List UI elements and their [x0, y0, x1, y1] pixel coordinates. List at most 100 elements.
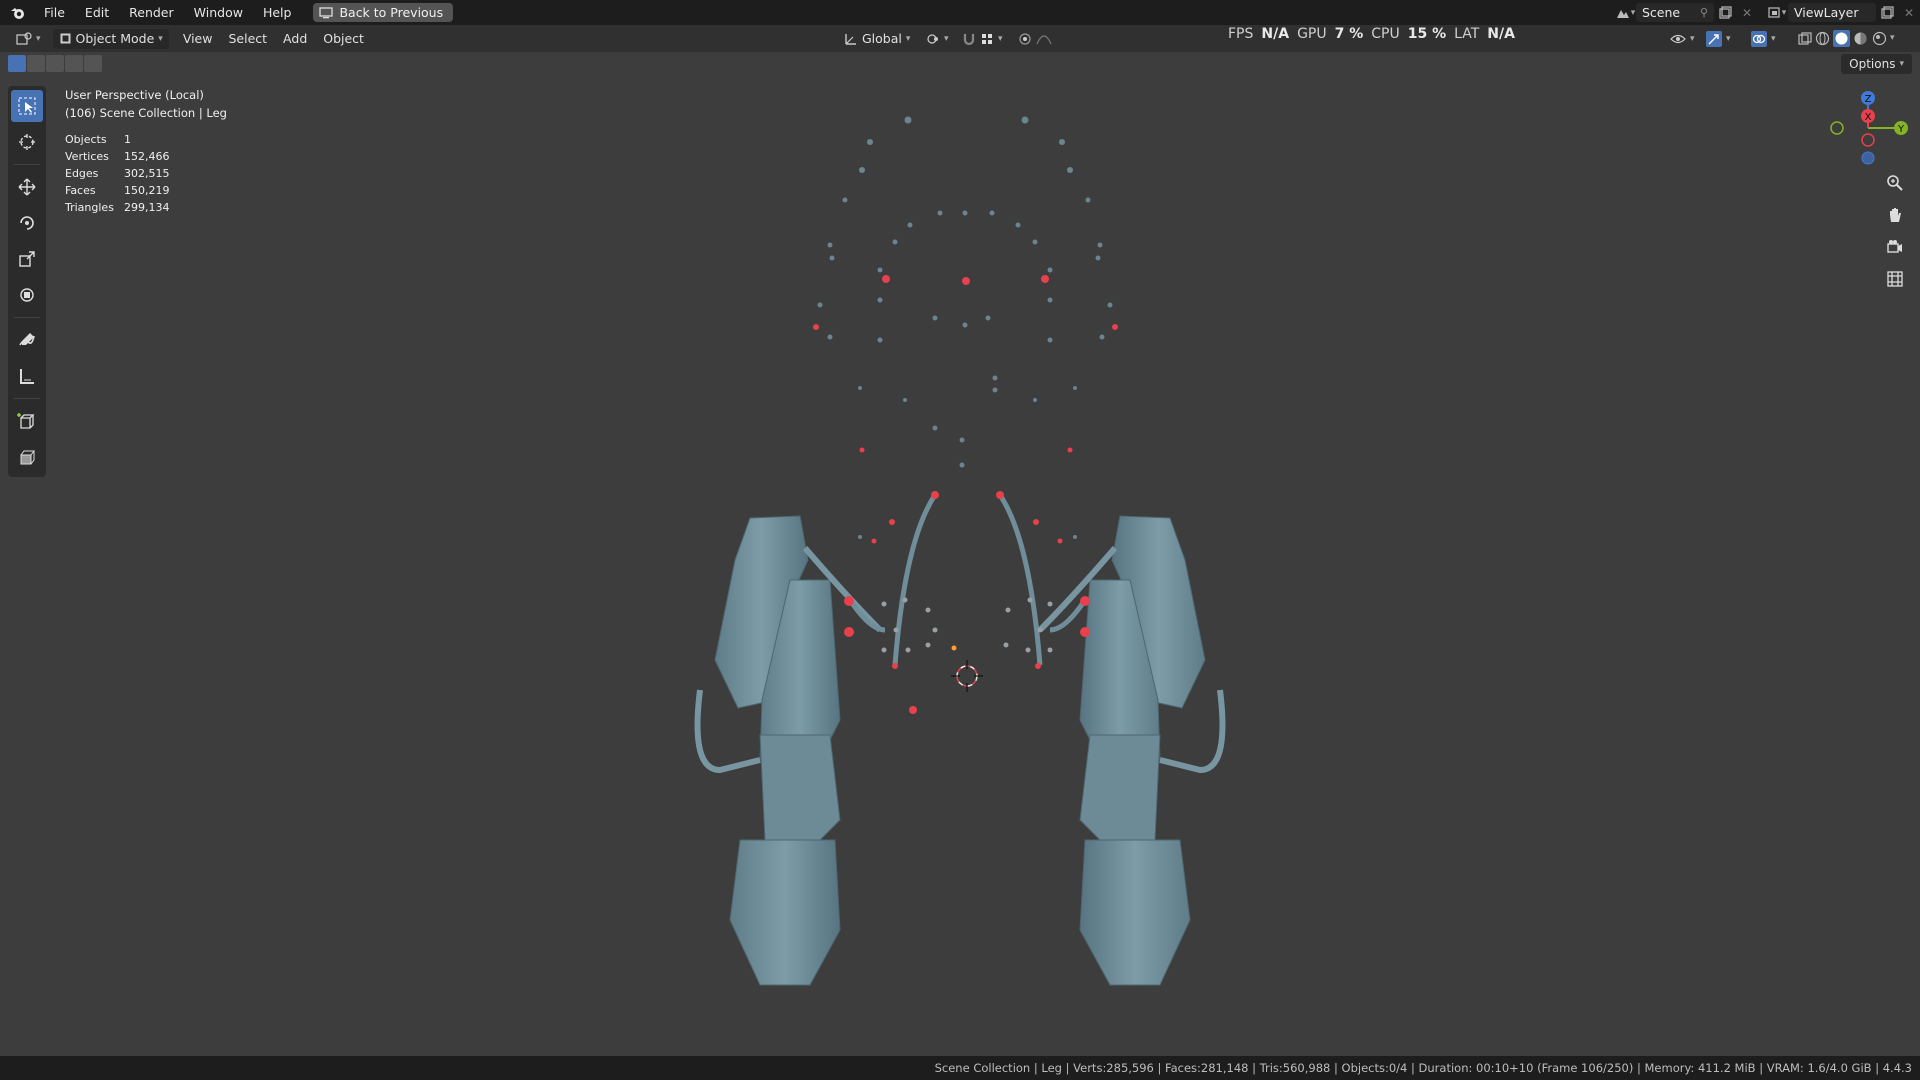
neg-y-axis-icon[interactable]	[1830, 121, 1844, 135]
delete-scene-icon[interactable]: ✕	[1736, 3, 1758, 22]
pin-icon[interactable]: ⚲	[1700, 6, 1708, 19]
hand-icon[interactable]	[1882, 202, 1908, 228]
pivot-point-dropdown[interactable]: ▾	[920, 29, 955, 49]
tool-shelf	[8, 86, 46, 477]
navigation-tools	[1882, 170, 1908, 292]
menu-add[interactable]: Add	[277, 29, 313, 49]
origin-point	[951, 645, 957, 651]
gpu-value: 7 %	[1334, 26, 1364, 42]
selection-mode-group	[8, 55, 102, 72]
new-scene-icon[interactable]	[1714, 3, 1736, 22]
select-invert-mode-icon[interactable]	[65, 55, 83, 72]
selected-red-points[interactable]	[813, 275, 1118, 714]
camera-icon[interactable]	[1882, 234, 1908, 260]
rotate-icon[interactable]	[11, 207, 43, 239]
performance-overlay: FPS N/A GPU 7 % CPU 15 % LAT N/A	[1228, 24, 1515, 44]
scene-render	[694, 116, 1226, 986]
menu-file[interactable]: File	[34, 0, 75, 25]
menu-edit[interactable]: Edit	[75, 0, 119, 25]
snap-toggle[interactable]: ▾	[956, 29, 1009, 49]
proportional-edit-toggle[interactable]	[1012, 29, 1058, 49]
fps-label: FPS	[1228, 26, 1254, 42]
eye-icon	[1670, 34, 1686, 43]
menu-view[interactable]: View	[177, 29, 219, 49]
add-cube-icon[interactable]	[11, 405, 43, 437]
orientation-icon	[845, 33, 856, 45]
top-bar: File Edit Render Window Help Back to Pre…	[0, 0, 1920, 25]
gizmo-icon	[1706, 30, 1722, 47]
gpu-label: GPU	[1297, 26, 1327, 42]
view-layer-type-icon[interactable]: ▾	[1766, 3, 1788, 22]
transform-icon[interactable]	[11, 279, 43, 311]
blender-logo-icon[interactable]	[8, 3, 28, 23]
stat-row: Edges 302,515	[65, 167, 170, 180]
extrude-icon[interactable]	[11, 441, 43, 473]
select-subtract-mode-icon[interactable]	[46, 55, 64, 72]
scene-type-icon[interactable]: ▾	[1614, 3, 1636, 22]
transform-orientation-dropdown[interactable]: Global ▾	[838, 29, 916, 49]
visibility-dropdown[interactable]: ▾	[1664, 29, 1701, 49]
scene-name-field[interactable]: Scene ⚲	[1636, 3, 1714, 22]
scene-name: Scene	[1642, 5, 1681, 20]
cables-mesh[interactable]	[847, 493, 1088, 666]
navigation-gizmo[interactable]: Z Y X	[1825, 86, 1915, 176]
material-shading-icon[interactable]	[1852, 30, 1869, 47]
fps-value: N/A	[1261, 26, 1290, 42]
scale-icon[interactable]	[11, 243, 43, 275]
object-mode-label: Object Mode	[75, 31, 155, 46]
menu-object[interactable]: Object	[317, 29, 370, 49]
object-mode-dropdown[interactable]: Object Mode ▾	[52, 28, 169, 49]
select-extend-mode-icon[interactable]	[27, 55, 45, 72]
shading-dropdown-icon[interactable]: ▾	[1890, 30, 1895, 47]
new-view-layer-icon[interactable]	[1876, 3, 1898, 22]
back-to-previous-button[interactable]: Back to Previous	[313, 3, 454, 22]
falloff-icon	[1036, 34, 1052, 44]
cursor-icon[interactable]	[11, 126, 43, 158]
lat-value: N/A	[1487, 26, 1515, 42]
select-intersect-mode-icon[interactable]	[84, 55, 102, 72]
wireframe-shading-icon[interactable]	[1814, 30, 1831, 47]
svg-text:Z: Z	[1865, 94, 1872, 105]
select-new-mode-icon[interactable]	[8, 55, 26, 72]
status-text: Scene Collection | Leg | Verts:285,596 |…	[934, 1061, 1912, 1075]
options-dropdown[interactable]: Options ▾	[1841, 54, 1912, 74]
neg-x-axis-icon[interactable]	[1861, 133, 1875, 147]
select-box-icon[interactable]	[11, 90, 43, 122]
solid-shading-icon[interactable]	[1833, 30, 1850, 47]
zoom-icon[interactable]	[1882, 170, 1908, 196]
stat-row: Triangles 299,134	[65, 201, 170, 214]
editor-type-button[interactable]: ▾	[10, 29, 47, 49]
move-icon[interactable]	[11, 171, 43, 203]
right-leg-mesh[interactable]	[1037, 515, 1226, 986]
shading-modes: ▾	[1814, 30, 1895, 47]
neg-z-axis-icon[interactable]	[1861, 151, 1875, 165]
gizmo-toggle[interactable]: ▾	[1700, 29, 1737, 49]
3d-cursor-icon[interactable]	[951, 660, 983, 692]
stat-row: Vertices 152,466	[65, 150, 170, 163]
view-layer-field[interactable]: ViewLayer	[1788, 3, 1876, 22]
left-leg-mesh[interactable]	[694, 515, 883, 986]
proportional-icon	[1019, 32, 1031, 45]
menu-help[interactable]: Help	[253, 0, 302, 25]
measure-icon[interactable]	[11, 360, 43, 392]
cpu-value: 15 %	[1407, 26, 1447, 42]
menu-select[interactable]: Select	[222, 29, 273, 49]
magnet-icon	[963, 33, 975, 45]
options-label: Options	[1849, 57, 1896, 71]
pivot-icon	[927, 33, 938, 44]
rendered-shading-icon[interactable]	[1871, 30, 1888, 47]
lat-label: LAT	[1454, 26, 1480, 42]
menu-window[interactable]: Window	[184, 0, 253, 25]
grid-icon[interactable]	[1882, 266, 1908, 292]
overlays-toggle[interactable]: ▾	[1745, 29, 1782, 49]
menu-render[interactable]: Render	[119, 0, 184, 25]
annotate-icon[interactable]	[11, 324, 43, 356]
grey-dots	[881, 597, 1053, 653]
object-mode-icon	[60, 33, 71, 44]
scene-statistics: Objects 1 Vertices 152,466 Edges 302,515 Fa…	[65, 131, 170, 216]
delete-view-layer-icon[interactable]: ✕	[1898, 3, 1920, 22]
stat-row: Faces 150,219	[65, 184, 170, 197]
empties-dots[interactable]	[817, 116, 1113, 540]
editor-type-icon	[16, 31, 32, 45]
view-layer-name: ViewLayer	[1794, 5, 1859, 20]
